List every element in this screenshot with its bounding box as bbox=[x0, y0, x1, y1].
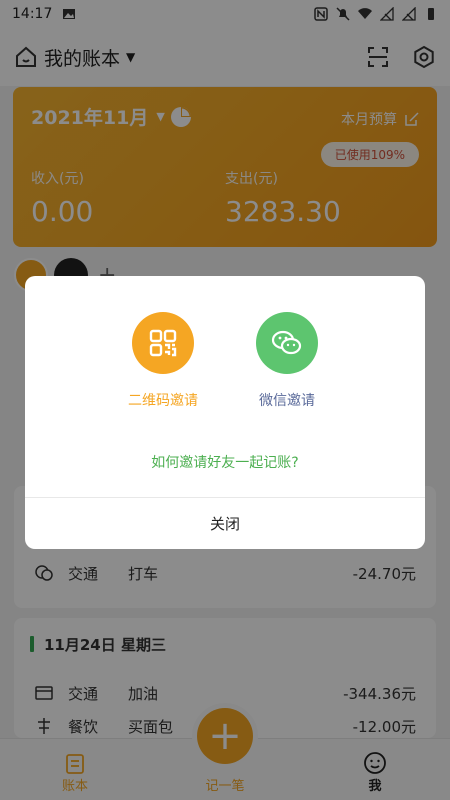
wechat-invite-option[interactable]: 微信邀请 bbox=[242, 312, 332, 410]
close-button[interactable]: 关闭 bbox=[25, 498, 425, 549]
qr-code-icon bbox=[149, 329, 177, 357]
invite-dialog: 二维码邀请 微信邀请 如何邀请好友一起记账? 关闭 bbox=[25, 276, 425, 549]
qr-invite-label: 二维码邀请 bbox=[128, 393, 198, 409]
qr-code-icon-circle bbox=[132, 312, 194, 374]
how-to-invite-link[interactable]: 如何邀请好友一起记账? bbox=[25, 452, 425, 472]
wechat-invite-label: 微信邀请 bbox=[259, 393, 315, 409]
wechat-icon-circle bbox=[256, 312, 318, 374]
qr-invite-option[interactable]: 二维码邀请 bbox=[118, 312, 208, 410]
wechat-icon bbox=[271, 330, 302, 355]
